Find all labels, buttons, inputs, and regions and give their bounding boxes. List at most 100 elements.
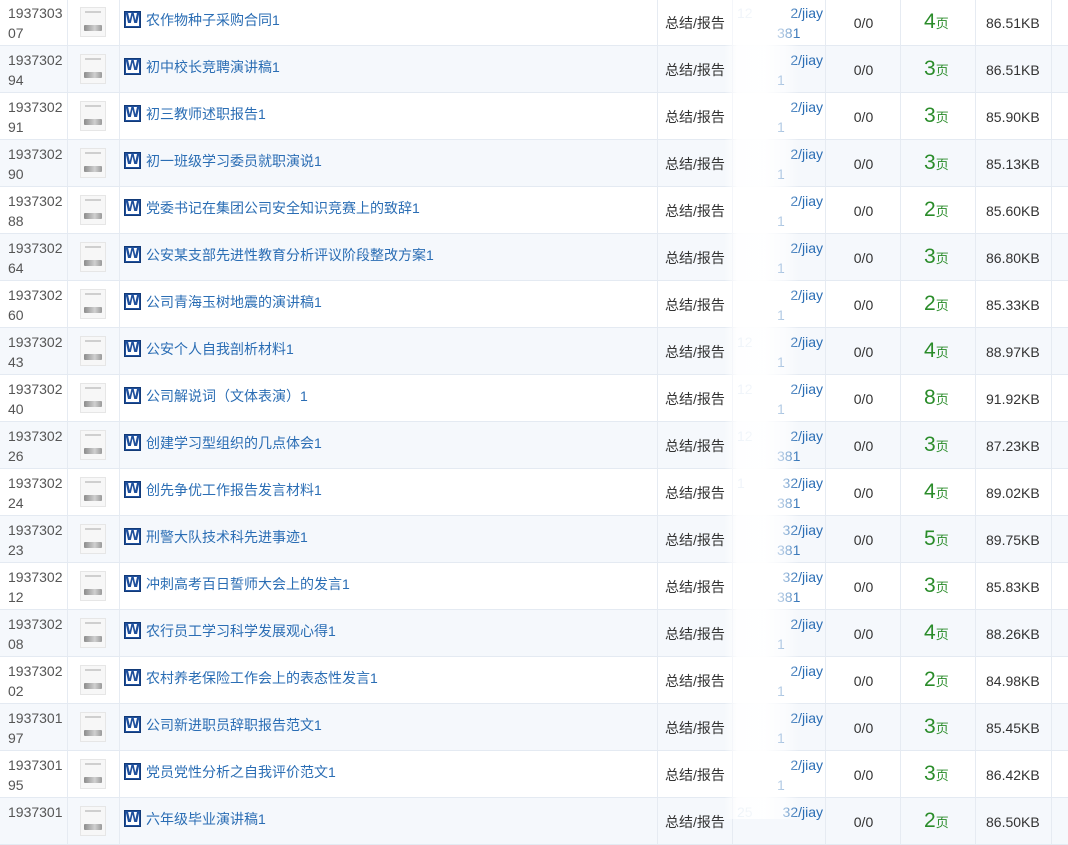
page-unit: 页 (935, 157, 949, 172)
document-title-link[interactable]: 公安个人自我剖析材料1 (146, 340, 294, 358)
document-title-link[interactable]: 刑警大队技术科先进事迹1 (146, 528, 308, 546)
count-cell: 0/0 (826, 187, 901, 233)
document-thumbnail[interactable] (80, 195, 106, 225)
path-part: 2/jiay (790, 240, 823, 256)
table-row: 193730307 W 农作物种子采购合同1 总结/报告 12 2/jiay 381 0/0 4… (0, 0, 1068, 46)
document-thumbnail[interactable] (80, 336, 106, 366)
document-thumbnail[interactable] (80, 618, 106, 648)
path-cell: 2/jiay 1 (733, 93, 826, 139)
page-count: 4页 (924, 9, 949, 37)
category-cell: 总结/报告 (658, 0, 733, 45)
document-thumbnail[interactable] (80, 430, 106, 460)
extra-cell (1052, 234, 1068, 280)
page-count: 4页 (924, 620, 949, 648)
page-count: 3页 (924, 244, 949, 272)
document-title-link[interactable]: 公司新进职员辞职报告范文1 (146, 716, 322, 734)
document-title-link[interactable]: 初中校长竞聘演讲稿1 (146, 58, 280, 76)
page-count-number: 3 (924, 715, 936, 738)
path-part: 381 (777, 589, 801, 605)
pages-cell: 8页 (901, 375, 976, 421)
pages-cell: 3页 (901, 46, 976, 92)
page-unit: 页 (935, 486, 949, 501)
document-thumbnail[interactable] (80, 7, 106, 37)
path-cell: 2/jiay 1 (733, 704, 826, 750)
document-category: 总结/报告 (665, 109, 725, 125)
word-file-icon: W (124, 199, 141, 216)
document-path: 25 32/jiay (737, 802, 823, 842)
file-size: 86.51KB (986, 62, 1040, 78)
pages-cell: 2页 (901, 281, 976, 327)
size-cell: 89.02KB (976, 469, 1052, 515)
size-cell: 85.90KB (976, 93, 1052, 139)
document-title-link[interactable]: 公司解说词（文体表演）1 (146, 387, 308, 405)
category-cell: 总结/报告 (658, 751, 733, 797)
page-unit: 页 (935, 439, 949, 454)
size-cell: 84.98KB (976, 657, 1052, 703)
document-thumbnail[interactable] (80, 571, 106, 601)
document-title-link[interactable]: 农村养老保险工作会上的表态性发言1 (146, 669, 378, 687)
extra-cell (1052, 328, 1068, 374)
path-cell: 12 2/jiay 381 (733, 0, 826, 45)
document-title-link[interactable]: 农作物种子采购合同1 (146, 11, 280, 29)
size-cell: 88.97KB (976, 328, 1052, 374)
document-title-link[interactable]: 公司青海玉树地震的演讲稿1 (146, 293, 322, 311)
document-thumbnail[interactable] (80, 54, 106, 84)
document-thumbnail[interactable] (80, 101, 106, 131)
path-part: 1 (777, 730, 785, 746)
page-count: 8页 (924, 385, 949, 413)
page-count-number: 2 (924, 198, 936, 221)
path-cell: 2/jiay 1 (733, 46, 826, 92)
path-part: 1 (777, 683, 785, 699)
table-row: 193730240 W 公司解说词（文体表演）1 总结/报告 12 2/jiay 1 0/0 8… (0, 375, 1068, 422)
document-title-link[interactable]: 公安某支部先进性教育分析评议阶段整改方案1 (146, 246, 434, 264)
thumbnail-cell (68, 751, 120, 797)
page-count: 3页 (924, 56, 949, 84)
document-title-link[interactable]: 党员党性分析之自我评价范文1 (146, 763, 336, 781)
page-count-number: 2 (924, 809, 936, 832)
document-title-link[interactable]: 冲刺高考百日誓师大会上的发言1 (146, 575, 350, 593)
word-file-icon: W (124, 58, 141, 75)
title-cell: W 公司青海玉树地震的演讲稿1 (120, 281, 658, 327)
document-thumbnail[interactable] (80, 712, 106, 742)
document-title-link[interactable]: 初三教师述职报告1 (146, 105, 266, 123)
document-thumbnail[interactable] (80, 242, 106, 272)
document-title-link[interactable]: 党委书记在集团公司安全知识竞赛上的致辞1 (146, 199, 420, 217)
title-cell: W 初中校长竞聘演讲稿1 (120, 46, 658, 92)
table-row: 193730290 W 初一班级学习委员就职演说1 总结/报告 2/jiay 1 0/0 3页… (0, 140, 1068, 187)
document-thumbnail[interactable] (80, 524, 106, 554)
path-part: 32/jiay (782, 569, 823, 585)
download-count: 0/0 (853, 391, 874, 407)
document-title-link[interactable]: 初一班级学习委员就职演说1 (146, 152, 322, 170)
document-thumbnail[interactable] (80, 665, 106, 695)
word-file-icon: W (124, 246, 141, 263)
pages-cell: 3页 (901, 751, 976, 797)
document-thumbnail[interactable] (80, 148, 106, 178)
thumbnail-cell (68, 704, 120, 750)
category-cell: 总结/报告 (658, 610, 733, 656)
path-cell: 2/jiay 1 (733, 234, 826, 280)
id-cell: 193730240 (0, 375, 68, 421)
count-cell: 0/0 (826, 375, 901, 421)
thumbnail-cell (68, 93, 120, 139)
size-cell: 89.75KB (976, 516, 1052, 562)
word-file-icon: W (124, 152, 141, 169)
download-count: 0/0 (853, 814, 874, 830)
document-title-link[interactable]: 农行员工学习科学发展观心得1 (146, 622, 336, 640)
document-path: 12 2/jiay 381 (737, 426, 823, 466)
path-cell: 32/jiay 381 (733, 563, 826, 609)
document-title-link[interactable]: 创建学习型组织的几点体会1 (146, 434, 322, 452)
download-count: 0/0 (853, 15, 874, 31)
document-title-link[interactable]: 创先争优工作报告发言材料1 (146, 481, 322, 499)
document-thumbnail[interactable] (80, 806, 106, 836)
document-title-link[interactable]: 六年级毕业演讲稿1 (146, 810, 266, 828)
document-path: 2/jiay 1 (737, 97, 823, 137)
document-thumbnail[interactable] (80, 759, 106, 789)
path-part: 1 (777, 166, 785, 182)
document-thumbnail[interactable] (80, 289, 106, 319)
document-thumbnail[interactable] (80, 383, 106, 413)
document-thumbnail[interactable] (80, 477, 106, 507)
title-cell: W 冲刺高考百日誓师大会上的发言1 (120, 563, 658, 609)
page-count-number: 4 (924, 10, 936, 33)
document-id: 193730208 (8, 616, 63, 652)
file-size: 85.45KB (986, 720, 1040, 736)
